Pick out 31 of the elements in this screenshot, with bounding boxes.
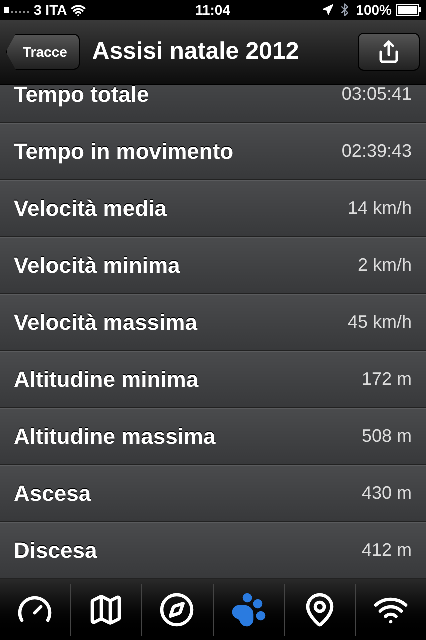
stat-value: 02:39:43 — [342, 140, 412, 163]
battery-icon — [396, 4, 422, 16]
status-time: 11:04 — [194, 0, 232, 20]
stat-value: 03:05:41 — [342, 85, 412, 106]
share-button[interactable] — [358, 33, 420, 71]
stat-value: 172 m — [362, 368, 412, 391]
signal-icon — [4, 7, 30, 13]
location-icon — [322, 4, 334, 16]
stat-label: Ascesa — [14, 480, 92, 508]
stat-label: Altitudine minima — [14, 366, 199, 394]
navigation-title: Assisi natale 2012 — [92, 37, 300, 67]
battery-percent: 100% — [356, 0, 392, 20]
carrier-name: 3 ITA — [34, 0, 68, 20]
paw-icon — [230, 592, 267, 628]
share-icon — [377, 40, 401, 64]
stat-label: Velocità minima — [14, 252, 180, 280]
stat-value: 2 km/h — [358, 254, 412, 277]
stat-label: Altitudine massima — [14, 423, 216, 451]
stat-label: Tempo totale — [14, 85, 150, 109]
stat-label: Discesa — [14, 537, 98, 565]
stat-label: Velocità media — [14, 195, 167, 223]
stat-value: 14 km/h — [348, 197, 412, 220]
wifi-signal-icon — [71, 2, 86, 18]
stat-label: Tempo in movimento — [14, 138, 234, 166]
stat-value: 45 km/h — [348, 311, 412, 334]
compass-icon — [159, 592, 196, 628]
stat-value: 412 m — [362, 539, 412, 562]
back-button[interactable]: Tracce — [6, 34, 80, 70]
stat-value: 430 m — [362, 482, 412, 505]
stat-label: Velocità massima — [14, 309, 198, 337]
stat-value: 508 m — [362, 425, 412, 448]
